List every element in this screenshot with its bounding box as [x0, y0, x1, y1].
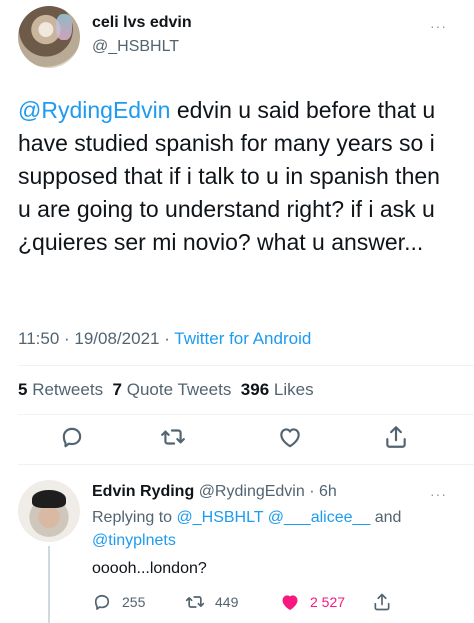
divider — [18, 464, 474, 465]
author-handle[interactable]: @_HSBHLT — [92, 38, 179, 56]
heart-icon[interactable] — [277, 424, 303, 450]
meta-separator: · — [304, 483, 319, 500]
tweet-text: @RydingEdvin edvin u said before that u … — [18, 94, 458, 259]
avatar[interactable] — [18, 6, 80, 68]
share-icon — [374, 593, 390, 611]
likes-label: Likes — [273, 380, 314, 399]
tweet-actions — [0, 424, 474, 454]
replying-mention[interactable]: @___alicee__ — [268, 509, 371, 526]
tweet-time[interactable]: 11:50 — [18, 329, 59, 348]
retweets-stat[interactable]: 5 Retweets — [18, 380, 103, 399]
retweet-icon — [185, 596, 205, 608]
retweets-label: Retweets — [32, 380, 104, 399]
share-icon[interactable] — [383, 424, 409, 450]
thread-line — [48, 546, 50, 623]
avatar[interactable] — [18, 480, 80, 542]
quotes-label: Quote Tweets — [126, 380, 232, 399]
reply-header: Edvin Ryding @RydingEdvin · 6h — [92, 483, 337, 501]
heart-icon — [282, 595, 298, 610]
retweet-count: 449 — [215, 594, 239, 610]
reply-actions: 255 449 2 527 — [92, 590, 462, 614]
reply-author-handle[interactable]: @RydingEdvin — [199, 483, 305, 500]
meta-separator: · — [59, 329, 75, 348]
replying-to: Replying to @_HSBHLT @___alicee__ and @ti… — [92, 506, 452, 552]
reply-count: 255 — [122, 594, 146, 610]
replying-mention[interactable]: @_HSBHLT — [177, 509, 264, 526]
replying-and: and — [374, 509, 402, 526]
reply-retweet-button[interactable]: 449 — [185, 590, 238, 614]
retweet-icon[interactable] — [160, 424, 186, 450]
like-count: 2 527 — [310, 594, 346, 610]
quotes-stat[interactable]: 7 Quote Tweets — [113, 380, 232, 399]
reply-icon[interactable] — [59, 424, 85, 450]
reply-like-button[interactable]: 2 527 — [280, 590, 345, 614]
reply-reply-button[interactable]: 255 — [92, 590, 145, 614]
reply-age[interactable]: 6h — [319, 483, 337, 500]
reply-icon — [94, 594, 110, 610]
tweet-date[interactable]: 19/08/2021 — [74, 329, 159, 348]
divider — [18, 365, 474, 366]
replying-prefix: Replying to — [92, 509, 177, 526]
divider — [18, 414, 474, 415]
reply-share-button[interactable] — [372, 590, 402, 614]
mention-link[interactable]: @RydingEdvin — [18, 97, 170, 123]
more-icon[interactable]: ··· — [430, 18, 447, 34]
reply-author-name[interactable]: Edvin Ryding — [92, 483, 194, 500]
meta-separator: · — [159, 329, 175, 348]
retweets-count: 5 — [18, 380, 28, 399]
quotes-count: 7 — [112, 380, 122, 399]
tweet-stats: 5 Retweets 7 Quote Tweets 396 Likes — [18, 380, 314, 400]
reply-tweet[interactable]: Edvin Ryding @RydingEdvin · 6h ··· Reply… — [0, 466, 474, 623]
tweet-source[interactable]: Twitter for Android — [174, 329, 311, 348]
more-icon[interactable]: ··· — [430, 486, 447, 502]
reply-text: ooooh...london? — [92, 560, 207, 577]
tweet-meta: 11:50 · 19/08/2021 · Twitter for Android — [18, 329, 311, 349]
replying-mention[interactable]: @tinyplnets — [92, 532, 176, 549]
likes-stat[interactable]: 396 Likes — [241, 380, 314, 399]
author-name[interactable]: celi lvs edvin — [92, 14, 192, 32]
likes-count: 396 — [240, 380, 270, 399]
